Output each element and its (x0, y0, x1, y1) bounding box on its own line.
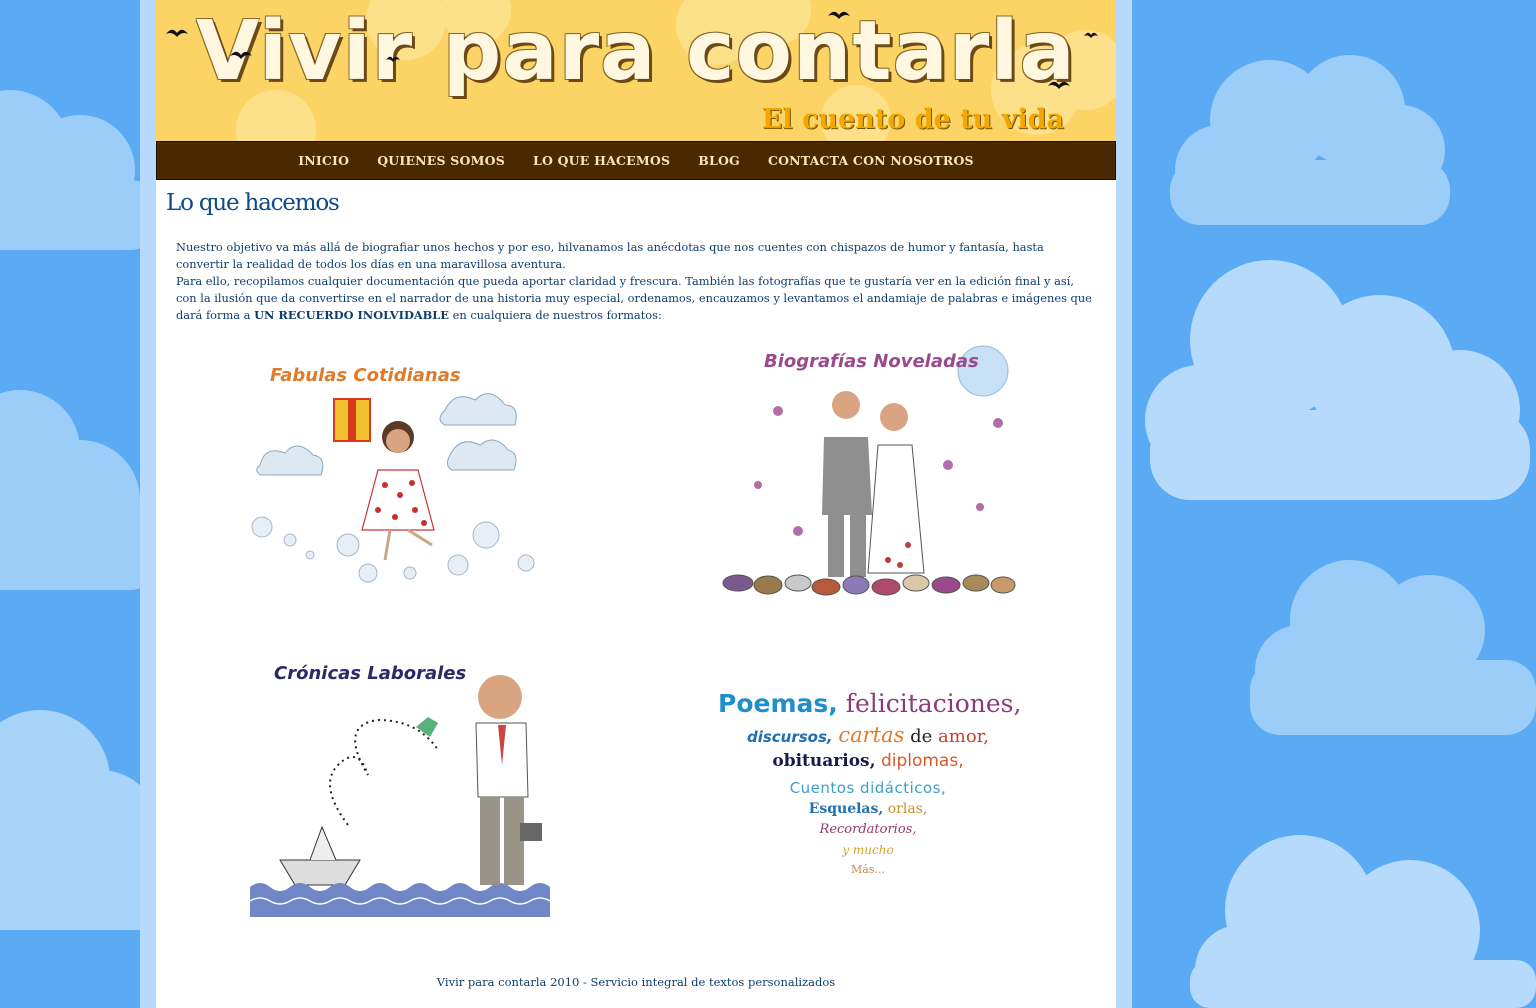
format-fabulas-cotidianas[interactable]: Fabulas Cotidianas (250, 345, 550, 615)
site-title[interactable]: Vivir para contarla (196, 4, 1076, 99)
background-cloud (1180, 820, 1536, 1008)
background-cloud (1160, 30, 1460, 230)
intro-paragraph-2: Para ello, recopilamos cualquier documen… (176, 273, 1096, 324)
poem-line-5: Esquelas, orlas, (718, 801, 1018, 817)
nav-item-lo-que-hacemos[interactable]: LO QUE HACEMOS (519, 153, 684, 168)
poem-line-1: Poemas, felicitaciones, (718, 689, 1021, 718)
poem-word-cartas: cartas (838, 723, 905, 747)
poem-word-diplomas: diplomas, (880, 751, 964, 771)
format-title-fabulas: Fabulas Cotidianas (270, 365, 461, 386)
intro-highlight: UN RECUERDO INOLVIDABLE (254, 308, 449, 322)
format-cronicas-laborales[interactable]: Crónicas Laborales (250, 655, 550, 925)
right-page-strip (1116, 0, 1132, 1008)
bird-icon (828, 11, 850, 19)
poem-word-orlas: orlas, (887, 801, 928, 817)
nav-item-contacta[interactable]: CONTACTA CON NOSOTROS (754, 153, 988, 168)
poem-word-de: de (910, 726, 933, 747)
poem-line-3: obituarios, diplomas, (718, 751, 1018, 771)
poem-word-felicitaciones: felicitaciones, (845, 689, 1022, 718)
poem-line-2: discursos, cartas de amor, (718, 723, 1018, 747)
nav-item-blog[interactable]: BLOG (684, 153, 754, 168)
poem-line-4: Cuentos didácticos, (789, 779, 947, 797)
footer-text: Vivir para contarla 2010 - Servicio inte… (436, 975, 836, 989)
nav-item-quienes-somos[interactable]: QUIENES SOMOS (363, 153, 519, 168)
intro-paragraph-2-end: en cualquiera de nuestros formatos: (449, 308, 662, 322)
poem-word-poemas: Poemas, (718, 689, 838, 718)
poem-word-obituarios: obituarios, (772, 751, 876, 771)
page-container: Vivir para contarla El cuento de tu vida… (156, 0, 1116, 1008)
format-title-cronicas: Crónicas Laborales (274, 663, 467, 684)
background-cloud (1140, 240, 1536, 510)
poem-word-discursos: discursos, (746, 728, 833, 746)
main-nav: INICIO QUIENES SOMOS LO QUE HACEMOS BLOG… (156, 141, 1116, 180)
bird-icon (230, 51, 252, 59)
left-page-strip (140, 0, 156, 1008)
biografias-illustration (722, 345, 1016, 596)
nav-item-inicio[interactable]: INICIO (284, 153, 363, 168)
poem-line-7: y mucho (842, 843, 894, 857)
intro-text: Nuestro objetivo va más allá de biografi… (176, 239, 1096, 324)
poem-word-amor: amor, (938, 726, 990, 747)
intro-paragraph-1: Nuestro objetivo va más allá de biografi… (176, 240, 1044, 271)
background-cloud (0, 360, 160, 600)
format-poemas[interactable]: Poemas, felicitaciones, discursos, carta… (718, 685, 1021, 885)
poem-line-8: Más... (851, 863, 885, 876)
header-banner: Vivir para contarla El cuento de tu vida (156, 0, 1116, 141)
bird-icon (1084, 32, 1098, 38)
site-subtitle: El cuento de tu vida (761, 104, 1064, 135)
poem-line-6: Recordatorios, (819, 822, 917, 837)
background-cloud (1240, 540, 1536, 740)
page-title: Lo que hacemos (166, 190, 340, 216)
format-biografias-noveladas[interactable]: Biografías Noveladas (718, 345, 1018, 615)
poem-word-esquelas: Esquelas, (808, 801, 884, 817)
cronicas-illustration (250, 675, 550, 917)
bird-icon (386, 56, 400, 62)
bird-icon (1048, 81, 1070, 89)
format-title-biografias: Biografías Noveladas (764, 351, 979, 372)
bird-icon (166, 29, 188, 37)
